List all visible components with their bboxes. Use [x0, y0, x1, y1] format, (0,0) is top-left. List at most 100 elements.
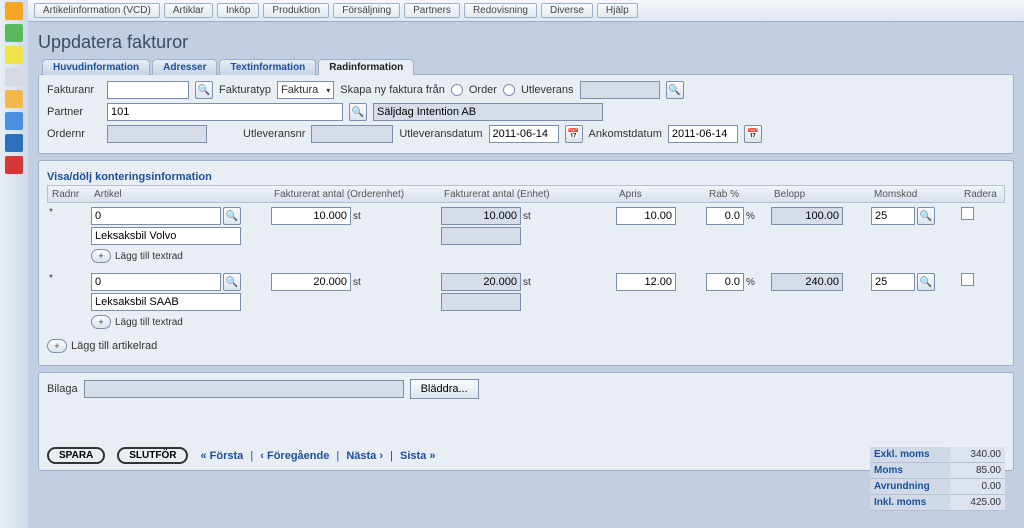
menu-artikelinformation[interactable]: Artikelinformation (VCD)	[34, 3, 160, 18]
label-bilaga: Bilaga	[47, 383, 78, 395]
save-button[interactable]: SPARA	[47, 447, 105, 464]
input-momskod[interactable]	[871, 273, 915, 291]
input-source-ref[interactable]	[580, 81, 660, 99]
label-skapa-ny: Skapa ny faktura från	[340, 84, 445, 96]
input-qty-order[interactable]	[271, 207, 351, 225]
total-row-avrundning: Avrundning0.00	[870, 479, 1005, 495]
label-partner: Partner	[47, 106, 101, 118]
total-row-inkl: Inkl. moms425.00	[870, 495, 1005, 511]
add-textrow-label[interactable]: Lägg till textrad	[115, 317, 183, 328]
radio-order[interactable]	[451, 84, 463, 96]
menu-produktion[interactable]: Produktion	[263, 3, 329, 18]
sidebar-icon-3[interactable]	[5, 46, 23, 64]
input-qty-unit	[441, 273, 521, 291]
search-artikel-icon[interactable]: 🔍	[223, 273, 241, 291]
sidebar-icon-5[interactable]	[5, 90, 23, 108]
sidebar-icon-7[interactable]	[5, 134, 23, 152]
input-utleveransdatum[interactable]	[489, 125, 559, 143]
col-apris: Ápris	[617, 189, 707, 200]
sidebar-icon-4[interactable]	[5, 68, 23, 86]
nav-links: « Första | ‹ Föregående | Nästa › | Sist…	[200, 450, 435, 462]
input-fakturanr[interactable]	[107, 81, 189, 99]
nav-sep: |	[250, 450, 253, 462]
select-fakturatyp[interactable]: Faktura ▾	[277, 81, 334, 99]
menu-inkop[interactable]: Inköp	[217, 3, 259, 18]
search-momskod-icon[interactable]: 🔍	[917, 273, 935, 291]
qty-extra-readonly	[441, 293, 521, 311]
search-partner-icon[interactable]: 🔍	[349, 103, 367, 121]
input-artikel[interactable]	[91, 273, 221, 291]
qty-order-unit: st	[353, 277, 361, 288]
col-qty-order: Fakturerat antal (Orderenhet)	[272, 189, 442, 200]
add-textrow-icon[interactable]: +	[91, 315, 111, 329]
totals-box: Exkl. moms340.00 Moms85.00 Avrundning0.0…	[870, 447, 1005, 511]
menu-partners[interactable]: Partners	[404, 3, 460, 18]
input-qty-order[interactable]	[271, 273, 351, 291]
sidebar-icon-6[interactable]	[5, 112, 23, 130]
footer-bar: SPARA SLUTFÖR « Första | ‹ Föregående | …	[47, 447, 1005, 464]
sidebar-icon-8[interactable]	[5, 156, 23, 174]
nav-first[interactable]: « Första	[200, 450, 243, 462]
input-rab[interactable]	[706, 207, 744, 225]
input-momskod[interactable]	[871, 207, 915, 225]
input-rab[interactable]	[706, 273, 744, 291]
checkbox-radera[interactable]	[961, 273, 974, 286]
add-textrow-icon[interactable]: +	[91, 249, 111, 263]
input-apris[interactable]	[616, 207, 676, 225]
label-utleveransnr: Utleveransnr	[243, 128, 305, 140]
calendar-ankomstdatum-icon[interactable]: 📅	[744, 125, 762, 143]
col-artikel: Artikel	[92, 189, 272, 200]
total-row-moms: Moms85.00	[870, 463, 1005, 479]
section-title-kontering[interactable]: Visa/dölj konteringsinformation	[47, 171, 1005, 183]
input-ankomstdatum[interactable]	[668, 125, 738, 143]
table-row: * 🔍 + Lägg till textrad	[47, 203, 1005, 269]
finish-button[interactable]: SLUTFÖR	[117, 447, 188, 464]
add-articlerow-icon[interactable]: +	[47, 339, 67, 353]
input-bilaga	[84, 380, 404, 398]
nav-prev[interactable]: ‹ Föregående	[260, 450, 329, 462]
sidebar-icon-1[interactable]	[5, 2, 23, 20]
tab-adresser[interactable]: Adresser	[152, 59, 217, 75]
search-artikel-icon[interactable]: 🔍	[223, 207, 241, 225]
menu-forsaljning[interactable]: Försäljning	[333, 3, 400, 18]
search-fakturanr-icon[interactable]: 🔍	[195, 81, 213, 99]
attachment-panel: Bilaga Bläddra... Exkl. moms340.00 Moms8…	[38, 372, 1014, 471]
input-artikel-desc[interactable]	[91, 293, 241, 311]
add-textrow-label[interactable]: Lägg till textrad	[115, 251, 183, 262]
search-momskod-icon[interactable]: 🔍	[917, 207, 935, 225]
label-utleverans: Utleverans	[521, 84, 574, 96]
add-articlerow-label[interactable]: Lägg till artikelrad	[71, 340, 157, 352]
radio-utleverans[interactable]	[503, 84, 515, 96]
total-row-exkl: Exkl. moms340.00	[870, 447, 1005, 463]
input-artikel-desc[interactable]	[91, 227, 241, 245]
menu-diverse[interactable]: Diverse	[541, 3, 593, 18]
col-radnr: Radnr	[50, 189, 92, 200]
sidebar-icon-2[interactable]	[5, 24, 23, 42]
input-partner-name	[373, 103, 603, 121]
menu-artiklar[interactable]: Artiklar	[164, 3, 213, 18]
totals-area: Exkl. moms340.00 Moms85.00 Avrundning0.0…	[47, 447, 1005, 464]
checkbox-radera[interactable]	[961, 207, 974, 220]
input-apris[interactable]	[616, 273, 676, 291]
tab-huvudinformation[interactable]: Huvudinformation	[42, 59, 150, 75]
cell-radnr: *	[49, 207, 91, 218]
menu-redovisning[interactable]: Redovisning	[464, 3, 537, 18]
nav-next[interactable]: Nästa ›	[346, 450, 383, 462]
menu-hjalp[interactable]: Hjälp	[597, 3, 638, 18]
tab-radinformation[interactable]: Radinformation	[318, 59, 414, 75]
input-partner[interactable]	[107, 103, 343, 121]
tab-textinformation[interactable]: Textinformation	[219, 59, 316, 75]
browse-button[interactable]: Bläddra...	[410, 379, 479, 399]
page-title: Uppdatera fakturor	[38, 32, 1014, 53]
qty-extra-readonly	[441, 227, 521, 245]
label-utleveransdatum: Utleveransdatum	[399, 128, 482, 140]
label-order: Order	[469, 84, 497, 96]
col-momskod: Momskod	[872, 189, 962, 200]
nav-sep: |	[390, 450, 393, 462]
nav-last[interactable]: Sista »	[400, 450, 435, 462]
top-menu: Artikelinformation (VCD) Artiklar Inköp …	[28, 0, 1024, 22]
chevron-down-icon: ▾	[326, 86, 330, 95]
input-artikel[interactable]	[91, 207, 221, 225]
search-source-icon[interactable]: 🔍	[666, 81, 684, 99]
calendar-utleveransdatum-icon[interactable]: 📅	[565, 125, 583, 143]
